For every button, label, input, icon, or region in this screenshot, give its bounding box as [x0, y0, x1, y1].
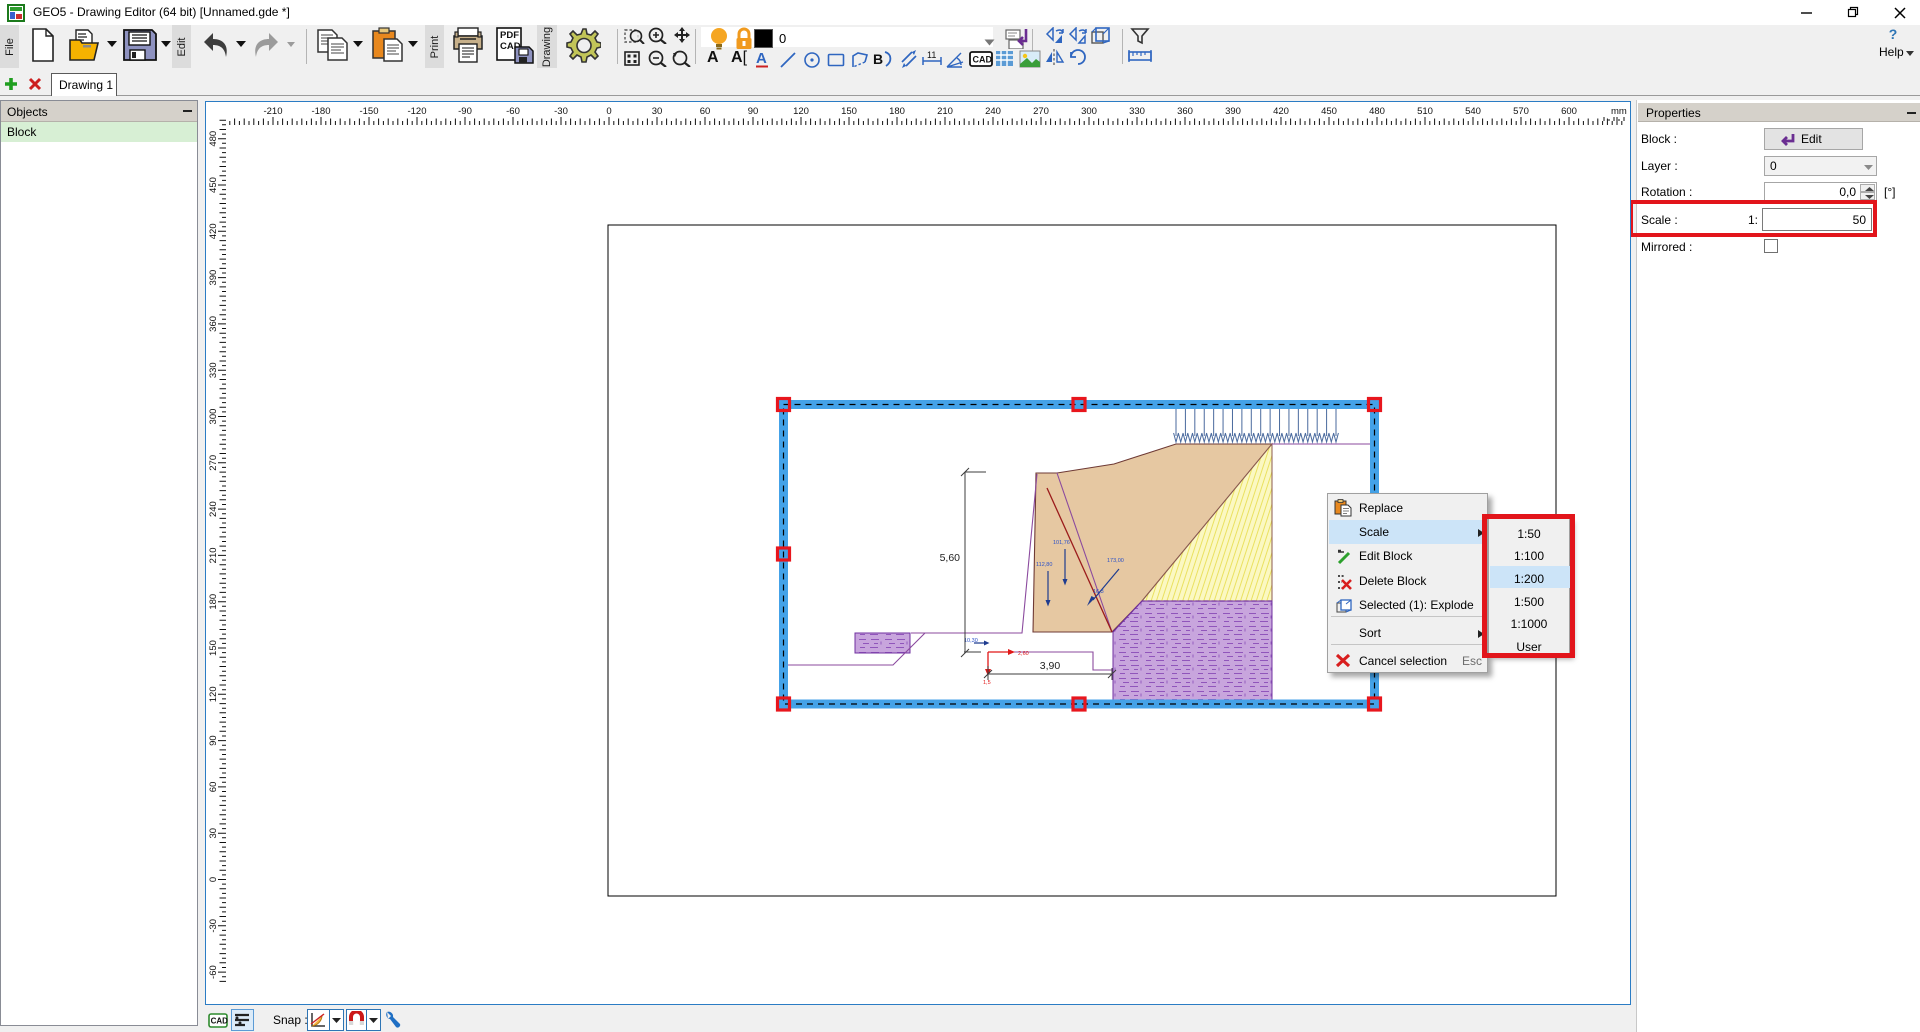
svg-text:-60: -60	[506, 106, 520, 117]
svg-text:90: 90	[748, 106, 759, 117]
svg-text:-60: -60	[208, 965, 219, 979]
svg-text:5,60: 5,60	[940, 552, 961, 564]
svg-text:1,5: 1,5	[983, 680, 991, 686]
svg-text:570: 570	[1513, 106, 1529, 117]
svg-text:390: 390	[208, 270, 219, 286]
svg-text:420: 420	[208, 223, 219, 239]
svg-text:180: 180	[208, 594, 219, 610]
svg-text:450: 450	[208, 177, 219, 193]
svg-text:480: 480	[208, 131, 219, 147]
svg-text:0: 0	[208, 877, 219, 882]
svg-text:360: 360	[1177, 106, 1193, 117]
svg-text:180: 180	[889, 106, 905, 117]
svg-text:0: 0	[606, 106, 611, 117]
svg-text:-90: -90	[458, 106, 472, 117]
svg-text:150: 150	[208, 640, 219, 656]
svg-text:PDF: PDF	[500, 30, 519, 41]
svg-text:-30: -30	[208, 919, 219, 933]
svg-text:330: 330	[1129, 106, 1145, 117]
svg-text:mm: mm	[1611, 106, 1627, 117]
svg-text:450: 450	[1321, 106, 1337, 117]
svg-text:330: 330	[208, 362, 219, 378]
svg-text:300: 300	[1081, 106, 1097, 117]
svg-text:150: 150	[841, 106, 857, 117]
svg-text:60: 60	[700, 106, 711, 117]
svg-text:540: 540	[1465, 106, 1481, 117]
svg-text:-120: -120	[407, 106, 426, 117]
svg-text:120: 120	[793, 106, 809, 117]
svg-text:10,30: 10,30	[964, 638, 978, 644]
svg-text:210: 210	[208, 547, 219, 563]
svg-text:360: 360	[208, 316, 219, 332]
svg-text:270: 270	[208, 455, 219, 471]
svg-text:210: 210	[937, 106, 953, 117]
svg-text:16,3: 16,3	[1093, 589, 1104, 595]
svg-text:240: 240	[985, 106, 1001, 117]
svg-text:3,90: 3,90	[1040, 660, 1061, 672]
svg-text:300: 300	[208, 409, 219, 425]
svg-text:-180: -180	[311, 106, 330, 117]
svg-text:11: 11	[927, 50, 936, 60]
svg-text:120: 120	[208, 686, 219, 702]
svg-text:-210: -210	[263, 106, 282, 117]
svg-text:A: A	[756, 50, 767, 67]
svg-text:173,00: 173,00	[1107, 558, 1124, 564]
svg-text:112,80: 112,80	[1036, 562, 1052, 568]
svg-text:30: 30	[208, 828, 219, 839]
svg-text:510: 510	[1417, 106, 1433, 117]
svg-text:-30: -30	[554, 106, 568, 117]
svg-text:600: 600	[1561, 106, 1577, 117]
svg-text:-150: -150	[359, 106, 378, 117]
svg-text:CAD: CAD	[211, 1017, 228, 1026]
svg-text:B: B	[873, 51, 883, 67]
svg-text:480: 480	[1369, 106, 1385, 117]
svg-text:240: 240	[208, 501, 219, 517]
svg-text:420: 420	[1273, 106, 1289, 117]
svg-text:390: 390	[1225, 106, 1241, 117]
svg-text:60: 60	[208, 782, 219, 793]
svg-text:CAD: CAD	[973, 55, 993, 65]
svg-text:270: 270	[1033, 106, 1049, 117]
svg-text:101,76: 101,76	[1053, 540, 1070, 546]
svg-text:2,60: 2,60	[1018, 651, 1029, 657]
svg-text:30: 30	[652, 106, 663, 117]
svg-text:90: 90	[208, 735, 219, 746]
